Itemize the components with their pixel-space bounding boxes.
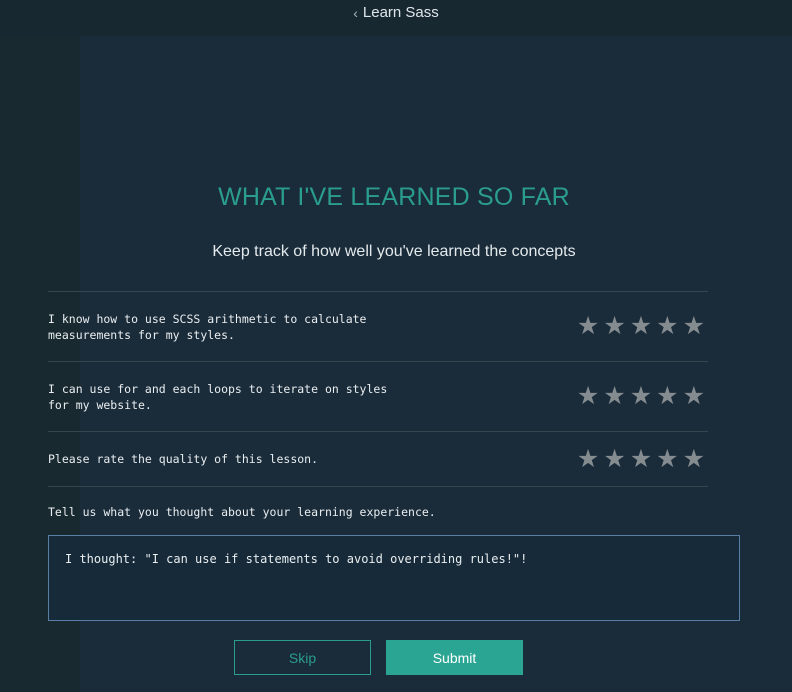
star-icon[interactable]: ★ xyxy=(656,314,678,339)
star-icon[interactable]: ★ xyxy=(683,314,705,339)
star-rating[interactable]: ★ ★ ★ ★ ★ xyxy=(577,314,705,339)
rating-row-label: I know how to use SCSS arithmetic to cal… xyxy=(48,311,367,342)
submit-button[interactable]: Submit xyxy=(386,640,523,675)
star-icon[interactable]: ★ xyxy=(577,384,599,409)
star-rating[interactable]: ★ ★ ★ ★ ★ xyxy=(577,446,705,472)
star-rating[interactable]: ★ ★ ★ ★ ★ xyxy=(577,384,705,409)
rating-row-lesson-quality: Please rate the quality of this lesson. … xyxy=(48,431,708,487)
star-icon[interactable]: ★ xyxy=(577,314,599,339)
page-title: WHAT I'VE LEARNED SO FAR xyxy=(218,183,570,211)
star-icon[interactable]: ★ xyxy=(683,446,705,472)
star-icon[interactable]: ★ xyxy=(603,384,625,409)
feedback-label: Tell us what you thought about your lear… xyxy=(48,505,436,519)
feedback-textarea[interactable]: I thought: "I can use if statements to a… xyxy=(48,535,740,621)
rating-row-loops: I can use for and each loops to iterate … xyxy=(48,361,708,431)
page-subtitle: Keep track of how well you've learned th… xyxy=(212,243,576,260)
star-icon[interactable]: ★ xyxy=(683,384,705,409)
skip-button[interactable]: Skip xyxy=(234,640,371,675)
star-icon[interactable]: ★ xyxy=(577,446,599,472)
main-content: WHAT I'VE LEARNED SO FAR Keep track of h… xyxy=(48,0,740,692)
star-icon[interactable]: ★ xyxy=(630,384,652,409)
star-icon[interactable]: ★ xyxy=(630,314,652,339)
star-icon[interactable]: ★ xyxy=(656,446,678,472)
star-icon[interactable]: ★ xyxy=(603,446,625,472)
rating-row-label: Please rate the quality of this lesson. xyxy=(48,452,319,466)
star-icon[interactable]: ★ xyxy=(656,384,678,409)
star-icon[interactable]: ★ xyxy=(603,314,625,339)
rating-row-arithmetic: I know how to use SCSS arithmetic to cal… xyxy=(48,291,708,361)
star-icon[interactable]: ★ xyxy=(630,446,652,472)
rating-row-label: I can use for and each loops to iterate … xyxy=(48,381,388,412)
